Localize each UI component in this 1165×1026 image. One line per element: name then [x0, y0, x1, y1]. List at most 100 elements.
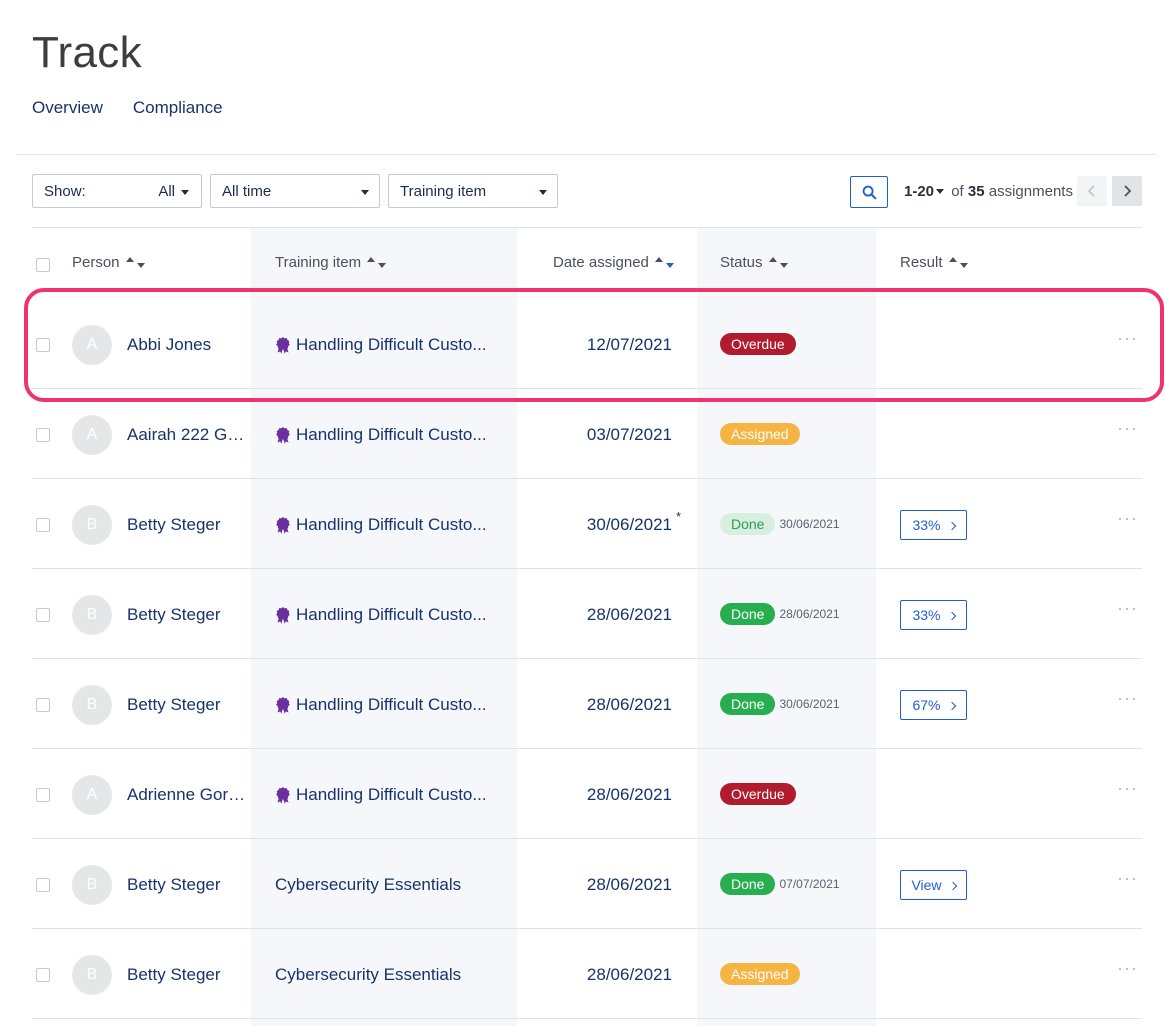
training-item-filter-dropdown[interactable]: Training item — [388, 174, 558, 208]
training-item-link[interactable]: Handling Difficult Custo... — [275, 425, 487, 445]
column-header-status-label: Status — [720, 254, 763, 271]
page-range-value: 1-20 — [904, 183, 935, 200]
person-name-link[interactable]: Abbi Jones — [127, 335, 251, 355]
date-assigned-value: 28/06/2021 — [586, 875, 672, 894]
page-range-dropdown[interactable]: 1-20 — [904, 183, 947, 200]
column-header-status[interactable]: Status — [720, 254, 788, 271]
more-actions-icon[interactable]: ··· — [1117, 509, 1138, 527]
date-assigned-value: 12/07/2021 — [586, 335, 672, 354]
badge-icon — [276, 787, 290, 804]
status-cell: Overdue — [720, 333, 796, 355]
row-checkbox[interactable] — [36, 518, 50, 532]
show-filter-dropdown[interactable]: Show: All — [32, 174, 202, 208]
chevron-right-icon — [947, 611, 956, 620]
date-assigned: 28/06/2021 — [587, 875, 672, 895]
more-actions-icon[interactable]: ··· — [1117, 779, 1138, 797]
chevron-left-icon — [1087, 185, 1095, 197]
result-button-label: 33% — [912, 517, 941, 533]
next-page-button[interactable] — [1112, 176, 1142, 206]
sort-icon — [125, 257, 145, 268]
row-checkbox[interactable] — [36, 968, 50, 982]
column-header-date-assigned[interactable]: Date assigned — [553, 254, 674, 271]
pager-unit: assignments — [988, 183, 1073, 200]
column-header-person[interactable]: Person — [72, 254, 145, 271]
column-header-result[interactable]: Result — [900, 254, 968, 271]
avatar: B — [72, 685, 112, 725]
caret-down-icon — [936, 188, 945, 194]
result-button[interactable]: 33% — [900, 510, 967, 540]
training-item-link[interactable]: Cybersecurity Essentials — [275, 965, 461, 985]
avatar: B — [72, 865, 112, 905]
row-checkbox[interactable] — [36, 428, 50, 442]
result-button[interactable]: 33% — [900, 600, 967, 630]
date-assigned: 03/07/2021 — [587, 425, 672, 445]
person-name-link[interactable]: Betty Steger — [127, 605, 251, 625]
previous-page-button[interactable] — [1077, 176, 1107, 206]
row-checkbox[interactable] — [36, 338, 50, 352]
training-item-link[interactable]: Handling Difficult Custo... — [275, 335, 487, 355]
training-item-label: Handling Difficult Custo... — [296, 425, 487, 444]
completion-date: 07/07/2021 — [779, 877, 840, 891]
result-button[interactable]: 67% — [900, 690, 967, 720]
training-item-link[interactable]: Cybersecurity Essentials — [275, 875, 461, 895]
training-item-link[interactable]: Handling Difficult Custo... — [275, 515, 487, 535]
person-name-link[interactable]: Betty Steger — [127, 965, 251, 985]
row-checkbox[interactable] — [36, 878, 50, 892]
training-item-link[interactable]: Handling Difficult Custo... — [275, 605, 487, 625]
table-row: B Betty Steger Cybersecurity Essentials 28/… — [32, 839, 1142, 929]
status-cell: Assigned — [720, 423, 800, 445]
status-cell: Done 30/06/2021 — [720, 513, 840, 535]
date-assigned-value: 28/06/2021 — [586, 605, 672, 624]
row-checkbox[interactable] — [36, 788, 50, 802]
column-header-training-item[interactable]: Training item — [275, 254, 387, 271]
result-button-label: View — [911, 877, 942, 893]
status-badge: Overdue — [720, 333, 796, 355]
tab-compliance[interactable]: Compliance — [133, 98, 223, 124]
row-checkbox[interactable] — [36, 608, 50, 622]
more-actions-icon[interactable]: ··· — [1117, 599, 1138, 617]
status-badge: Done — [720, 693, 776, 715]
time-filter-dropdown[interactable]: All time — [210, 174, 380, 208]
person-name-link[interactable]: Betty Steger — [127, 515, 251, 535]
date-assigned: 28/06/2021 — [587, 605, 672, 625]
more-actions-icon[interactable]: ··· — [1117, 419, 1138, 437]
training-item-label: Handling Difficult Custo... — [296, 605, 487, 624]
date-assigned: 12/07/2021 — [587, 335, 672, 355]
result-button-label: 67% — [912, 697, 941, 713]
date-assigned-value: 28/06/2021 — [586, 965, 672, 984]
chevron-right-icon — [948, 881, 957, 890]
pager-of-text: of — [951, 183, 964, 200]
search-button[interactable] — [850, 176, 888, 208]
result-button-label: 33% — [912, 607, 941, 623]
table-row: B Betty Steger Cybersecurity Essentials 28/… — [32, 929, 1142, 1019]
date-assigned-value: 30/06/2021 — [586, 515, 672, 534]
chevron-right-icon — [1124, 185, 1132, 197]
more-actions-icon[interactable]: ··· — [1117, 869, 1138, 887]
row-checkbox[interactable] — [36, 698, 50, 712]
person-name-link[interactable]: Betty Steger — [127, 695, 251, 715]
training-item-label: Handling Difficult Custo... — [296, 335, 487, 354]
toolbar: Show: All All time Training item 1-20 of… — [32, 174, 1142, 208]
more-actions-icon[interactable]: ··· — [1117, 689, 1138, 707]
avatar: A — [72, 325, 112, 365]
select-all-checkbox[interactable] — [36, 258, 50, 272]
column-header-training-label: Training item — [275, 254, 362, 271]
more-actions-icon[interactable]: ··· — [1117, 329, 1138, 347]
column-header-date-label: Date assigned — [553, 254, 649, 271]
header-divider — [16, 154, 1157, 155]
tab-overview[interactable]: Overview — [32, 98, 103, 124]
person-name-link[interactable]: Aairah 222 Gar... — [127, 425, 251, 445]
completion-date: 30/06/2021 — [779, 517, 840, 531]
person-name-link[interactable]: Betty Steger — [127, 875, 251, 895]
person-name-link[interactable]: Adrienne Gord... — [127, 785, 251, 805]
more-actions-icon[interactable]: ··· — [1117, 959, 1138, 977]
chevron-right-icon — [947, 521, 956, 530]
badge-icon — [276, 337, 290, 354]
result-button[interactable]: View — [900, 870, 967, 900]
table-row: A Adrienne Gord... Handling Difficult Cust… — [32, 749, 1142, 839]
training-item-link[interactable]: Handling Difficult Custo... — [275, 695, 487, 715]
training-item-link[interactable]: Handling Difficult Custo... — [275, 785, 487, 805]
status-badge: Done — [720, 603, 776, 625]
caret-down-icon — [539, 190, 547, 195]
date-assigned: 28/06/2021 — [587, 785, 672, 805]
